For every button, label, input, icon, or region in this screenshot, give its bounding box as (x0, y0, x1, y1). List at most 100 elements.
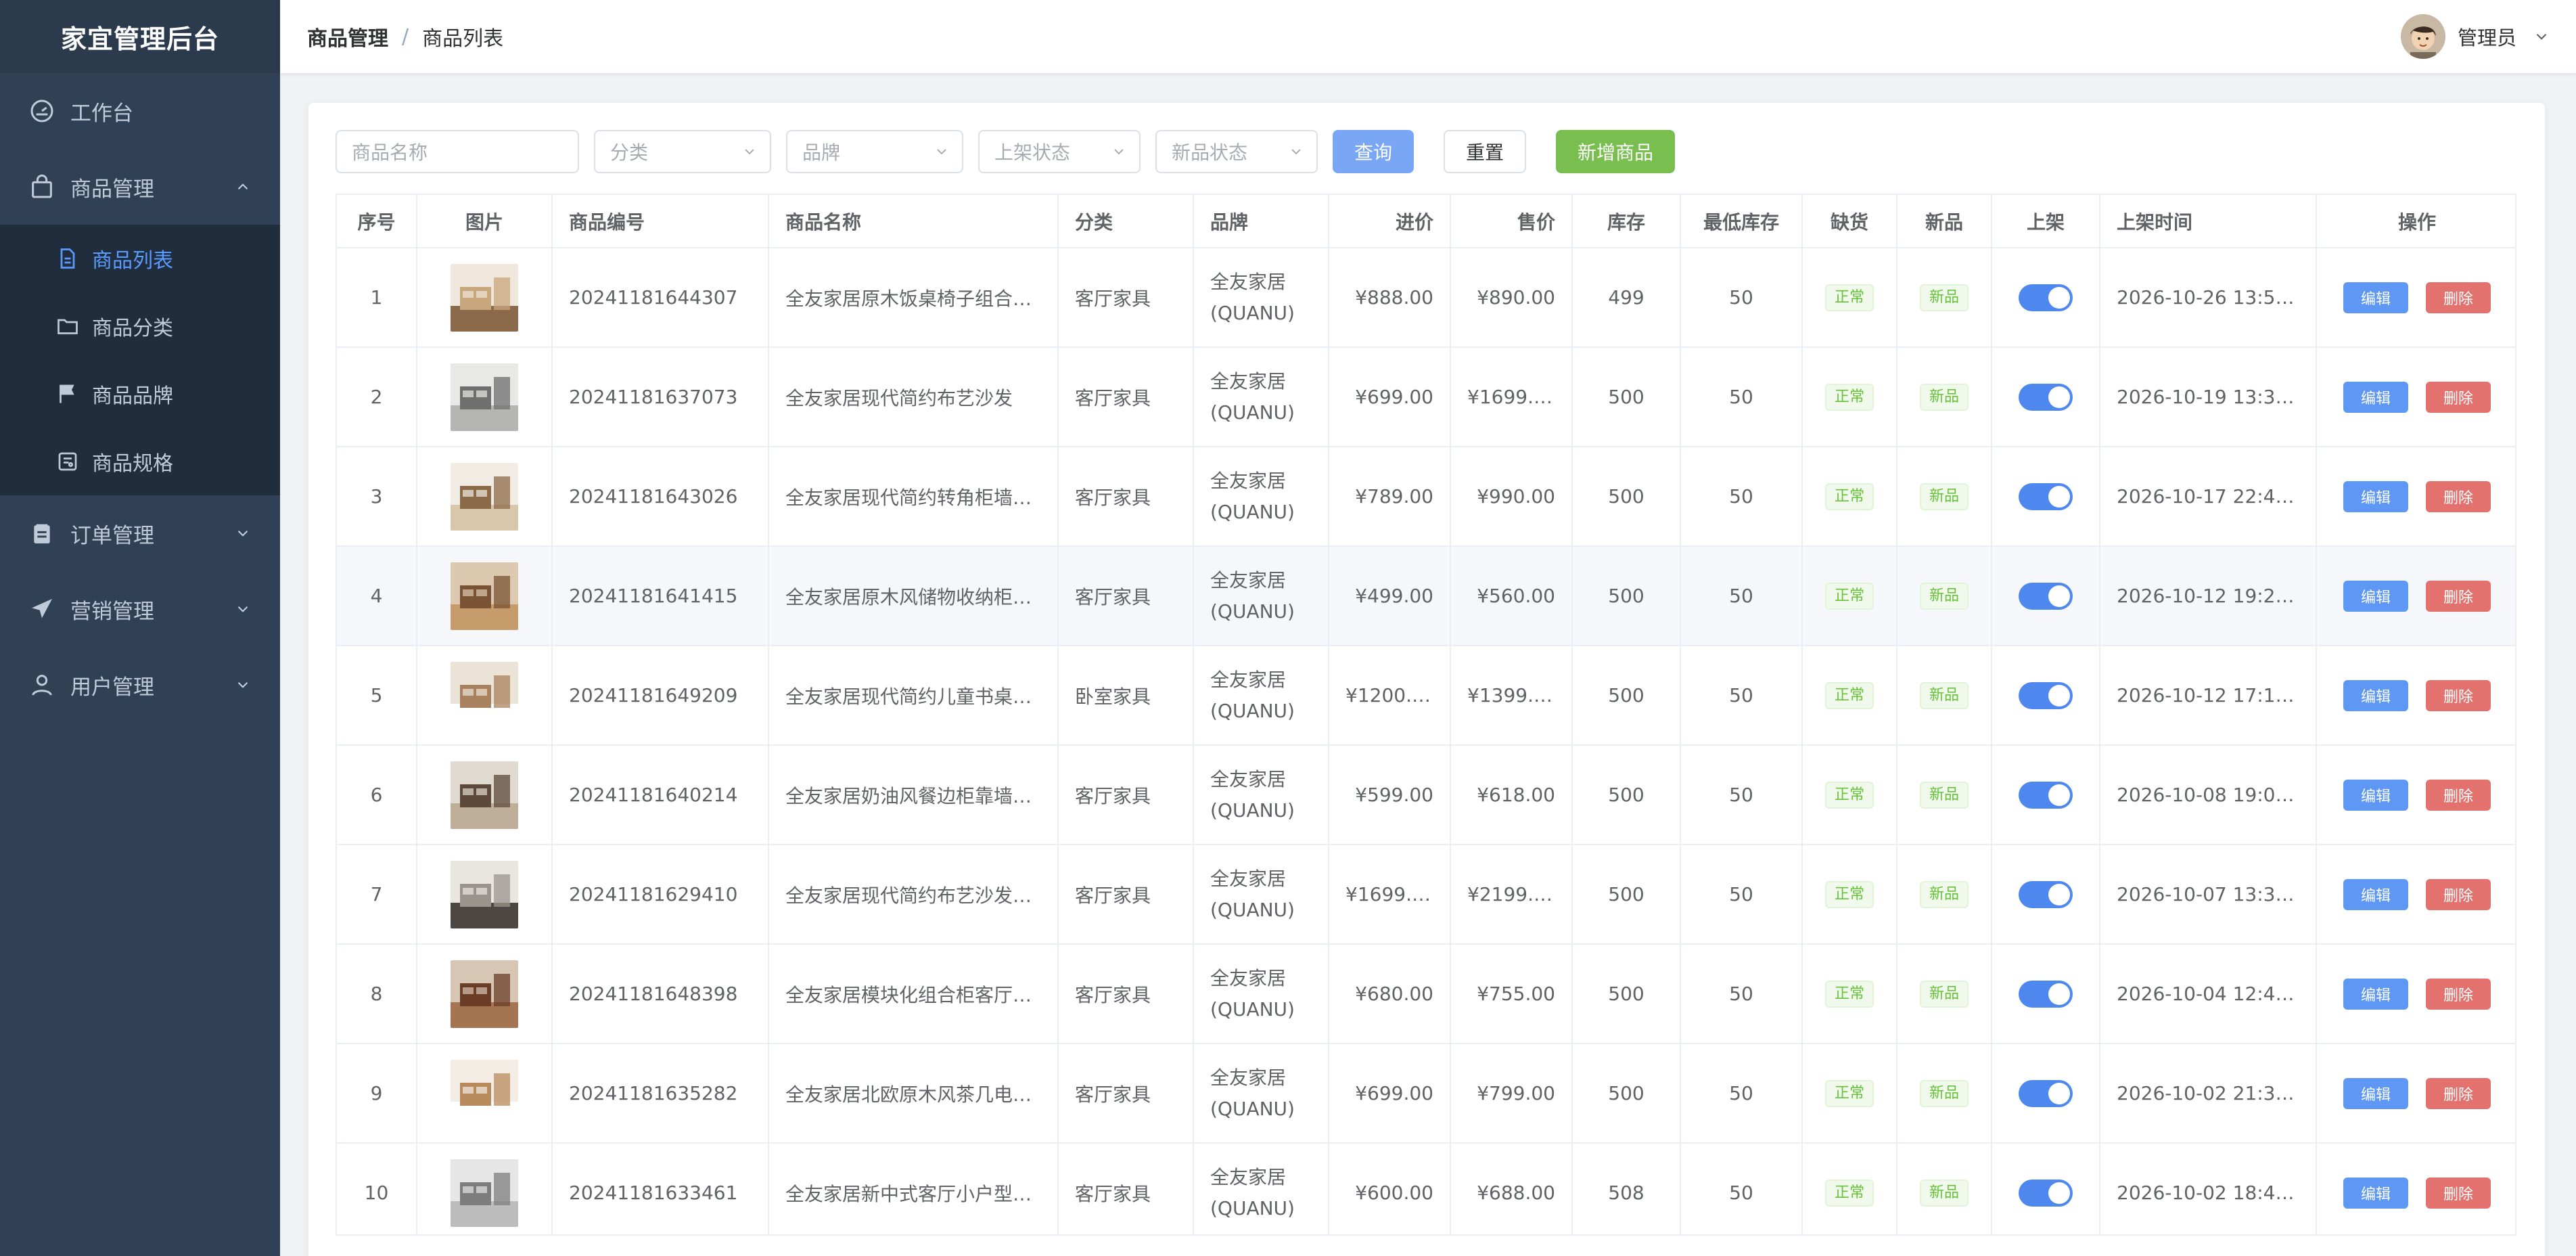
breadcrumb-parent[interactable]: 商品管理 (307, 22, 388, 51)
sidebar-subitem-product-category[interactable]: 商品分类 (0, 292, 280, 360)
on-shelf-toggle[interactable] (2019, 880, 2073, 908)
delete-button[interactable]: 删除 (2426, 878, 2491, 910)
cell-sale-price: ¥688.00 (1450, 1143, 1573, 1234)
delete-button[interactable]: 删除 (2426, 978, 2491, 1010)
cell-image (417, 745, 553, 845)
edit-button[interactable]: 编辑 (2343, 1077, 2408, 1109)
user-dropdown[interactable]: 管理员 (2400, 9, 2550, 64)
cell-brand: 全友家居 (QUANU) (1193, 447, 1329, 547)
category-placeholder: 分类 (610, 141, 649, 164)
brand-placeholder: 品牌 (802, 141, 841, 164)
sidebar-item-dashboard[interactable]: 工作台 (0, 73, 280, 149)
product-thumbnail[interactable] (451, 860, 518, 928)
add-product-button[interactable]: 新增商品 (1556, 130, 1675, 173)
product-thumbnail[interactable] (451, 761, 518, 829)
shortage-status-badge: 正常 (1824, 681, 1874, 709)
edit-button[interactable]: 编辑 (2343, 978, 2408, 1010)
cell-cost-price: ¥699.00 (1329, 1044, 1451, 1144)
edit-button[interactable]: 编辑 (2343, 580, 2408, 612)
edit-button[interactable]: 编辑 (2343, 480, 2408, 512)
on-shelf-toggle[interactable] (2019, 284, 2073, 311)
sidebar-item-product-management[interactable]: 商品管理 (0, 149, 280, 225)
cell-actions: 编辑 删除 (2316, 845, 2515, 945)
delete-button[interactable]: 删除 (2426, 480, 2491, 512)
sidebar-item-order-management[interactable]: 订单管理 (0, 495, 280, 571)
product-thumbnail[interactable] (451, 562, 518, 630)
edit-button[interactable]: 编辑 (2343, 282, 2408, 313)
on-shelf-toggle[interactable] (2019, 483, 2073, 510)
cell-on-shelf (1992, 447, 2100, 547)
cell-cost-price: ¥1200.00 (1329, 646, 1451, 746)
product-thumbnail[interactable] (451, 661, 518, 730)
cell-index: 7 (337, 845, 417, 945)
query-button[interactable]: 查询 (1333, 130, 1414, 173)
product-thumbnail[interactable] (451, 363, 518, 431)
delete-button[interactable]: 删除 (2426, 580, 2491, 612)
cell-index: 9 (337, 1044, 417, 1144)
cell-stock: 500 (1572, 546, 1681, 646)
on-shelf-toggle[interactable] (2019, 383, 2073, 411)
edit-button[interactable]: 编辑 (2343, 878, 2408, 910)
on-shelf-toggle[interactable] (2019, 582, 2073, 610)
on-shelf-toggle[interactable] (2019, 681, 2073, 709)
delete-button[interactable]: 删除 (2426, 1177, 2491, 1209)
delete-button[interactable]: 删除 (2426, 282, 2491, 313)
cell-product-name: 全友家居奶油风餐边柜靠墙… (768, 745, 1059, 845)
cell-new: 新品 (1897, 646, 1992, 746)
cell-brand: 全友家居 (QUANU) (1193, 1044, 1329, 1144)
edit-button[interactable]: 编辑 (2343, 381, 2408, 413)
cell-cost-price: ¥499.00 (1329, 546, 1451, 646)
reset-button[interactable]: 重置 (1444, 130, 1526, 173)
cell-new: 新品 (1897, 745, 1992, 845)
new-status-select[interactable]: 新品状态 (1155, 130, 1318, 173)
column-header: 商品编号 (552, 195, 769, 248)
on-shelf-toggle[interactable] (2019, 1079, 2073, 1107)
product-name-input[interactable]: 商品名称 (336, 130, 579, 173)
edit-button[interactable]: 编辑 (2343, 1177, 2408, 1209)
edit-button[interactable]: 编辑 (2343, 779, 2408, 811)
shortage-status-badge: 正常 (1824, 880, 1874, 908)
sidebar-item-marketing-management[interactable]: 营销管理 (0, 571, 280, 647)
sidebar-subitem-product-list[interactable]: 商品列表 (0, 225, 280, 292)
chevron-down-icon (2536, 33, 2547, 40)
brand-english: (QUANU) (1210, 997, 1295, 1020)
product-thumbnail[interactable] (451, 263, 518, 332)
product-thumbnail[interactable] (451, 462, 518, 531)
cell-category: 客厅家具 (1058, 845, 1194, 945)
breadcrumb: 商品管理 / 商品列表 (307, 22, 503, 51)
cell-product-name: 全友家居现代简约儿童书桌… (768, 646, 1059, 746)
cell-new: 新品 (1897, 248, 1992, 348)
breadcrumb-separator: / (402, 24, 409, 49)
cell-index: 6 (337, 745, 417, 845)
cell-category: 客厅家具 (1058, 347, 1194, 447)
edit-button[interactable]: 编辑 (2343, 679, 2408, 711)
brand-select[interactable]: 品牌 (786, 130, 963, 173)
cell-min-stock: 50 (1680, 546, 1803, 646)
sidebar-subitem-product-spec[interactable]: 商品规格 (0, 428, 280, 495)
on-shelf-toggle[interactable] (2019, 1179, 2073, 1207)
product-thumbnail[interactable] (451, 1059, 518, 1127)
shelf-status-select[interactable]: 上架状态 (978, 130, 1141, 173)
sidebar-subitem-product-brand[interactable]: 商品品牌 (0, 360, 280, 428)
cell-new: 新品 (1897, 546, 1992, 646)
on-shelf-toggle[interactable] (2019, 781, 2073, 809)
cell-shelf-time: 2026-10-04 12:44:22 (2100, 944, 2317, 1044)
brand-name: 全友家居 (1210, 966, 1287, 989)
chevron-down-icon (1291, 149, 1301, 155)
on-shelf-toggle[interactable] (2019, 980, 2073, 1008)
category-select[interactable]: 分类 (594, 130, 771, 173)
delete-button[interactable]: 删除 (2426, 381, 2491, 413)
delete-button[interactable]: 删除 (2426, 1077, 2491, 1109)
cell-image (417, 1143, 553, 1234)
shortage-status-badge: 正常 (1824, 383, 1874, 411)
sidebar-item-user-management[interactable]: 用户管理 (0, 647, 280, 723)
avatar[interactable] (2400, 14, 2445, 59)
cell-product-name: 全友家居现代简约布艺沙发… (768, 845, 1059, 945)
product-thumbnail[interactable] (451, 1159, 518, 1227)
delete-button[interactable]: 删除 (2426, 779, 2491, 811)
product-thumbnail[interactable] (451, 960, 518, 1028)
brand-english: (QUANU) (1210, 699, 1295, 722)
delete-button[interactable]: 删除 (2426, 679, 2491, 711)
shortage-status-badge: 正常 (1824, 1179, 1874, 1207)
brand-name: 全友家居 (1210, 767, 1287, 790)
